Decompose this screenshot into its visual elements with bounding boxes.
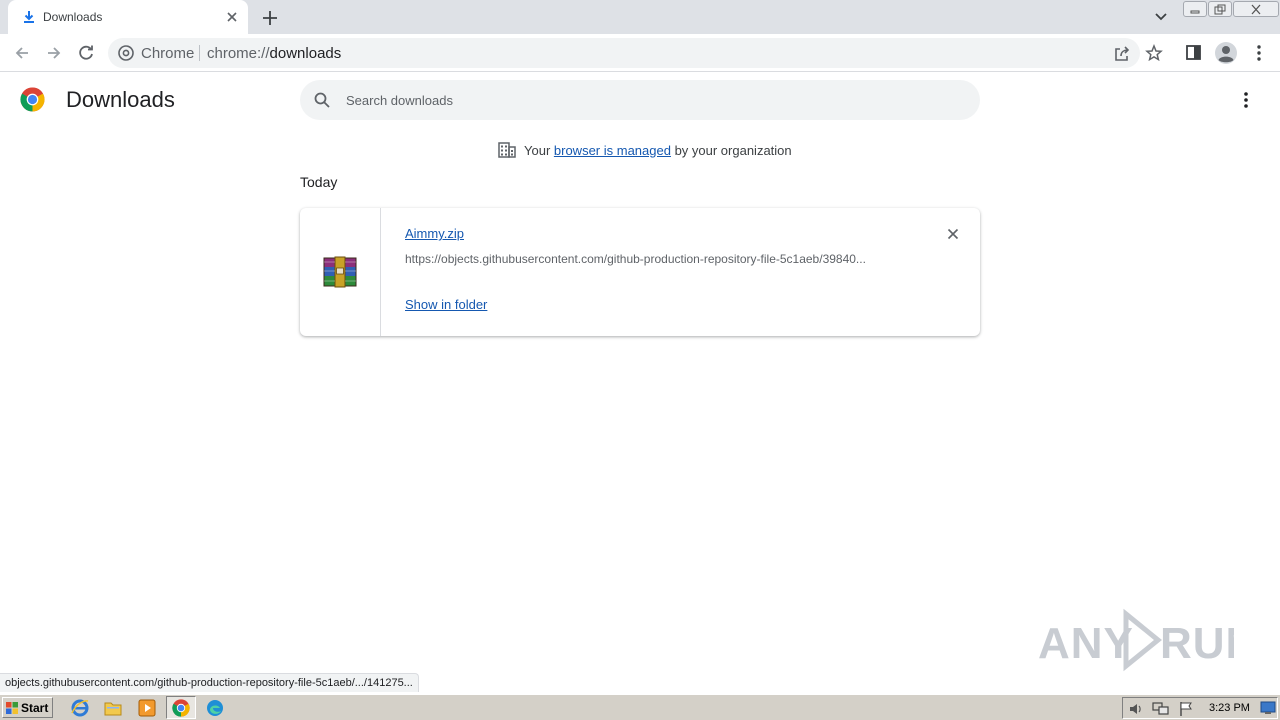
url-path: downloads bbox=[269, 45, 342, 62]
minimize-icon bbox=[1190, 10, 1200, 14]
file-icon-column bbox=[300, 208, 381, 336]
back-icon[interactable] bbox=[11, 42, 33, 64]
date-heading: Today bbox=[300, 174, 338, 190]
managed-suffix: by your organization bbox=[670, 142, 792, 158]
url-scheme: chrome:// bbox=[207, 45, 270, 62]
media-player-icon[interactable] bbox=[137, 698, 157, 718]
file-name-link[interactable]: Aimmy.zip bbox=[405, 226, 464, 241]
watermark-left: ANY bbox=[1038, 619, 1134, 668]
close-window-button[interactable] bbox=[1233, 1, 1279, 17]
search-icon bbox=[314, 92, 330, 108]
tab-strip: Downloads bbox=[0, 0, 1280, 34]
show-desktop-icon[interactable] bbox=[1260, 700, 1276, 715]
side-panel-icon[interactable] bbox=[1185, 44, 1203, 62]
url-text[interactable]: chrome://downloads bbox=[207, 45, 341, 62]
edge-icon[interactable] bbox=[205, 698, 225, 718]
new-tab-icon[interactable] bbox=[260, 8, 280, 28]
start-button[interactable]: Start bbox=[2, 697, 53, 718]
address-separator bbox=[199, 45, 200, 61]
tab-title: Downloads bbox=[43, 10, 103, 24]
download-icon bbox=[24, 11, 34, 23]
site-label: Chrome bbox=[141, 45, 195, 62]
search-box[interactable] bbox=[300, 80, 980, 120]
address-bar[interactable]: Chrome chrome://downloads bbox=[108, 38, 1163, 68]
page-title: Downloads bbox=[66, 87, 175, 112]
chrome-taskbar-icon bbox=[172, 699, 190, 717]
bookmark-star-icon[interactable] bbox=[1145, 44, 1163, 62]
watermark-right: RUN bbox=[1160, 619, 1234, 668]
managed-link[interactable]: browser is managed bbox=[554, 143, 671, 158]
winrar-archive-icon bbox=[323, 256, 357, 288]
start-label: Start bbox=[21, 701, 49, 715]
show-in-folder-link[interactable]: Show in folder bbox=[405, 297, 487, 312]
building-icon bbox=[498, 142, 516, 158]
share-icon[interactable] bbox=[1113, 45, 1131, 63]
tab-downloads[interactable]: Downloads bbox=[8, 0, 248, 34]
chevron-down-icon[interactable] bbox=[1152, 9, 1170, 25]
restore-icon bbox=[1214, 4, 1226, 15]
action-center-flag-icon[interactable] bbox=[1178, 701, 1194, 717]
forward-icon[interactable] bbox=[43, 42, 65, 64]
taskbar-clock: 3:23 PM bbox=[1209, 702, 1250, 714]
network-icon[interactable] bbox=[1152, 701, 1170, 717]
close-icon bbox=[1251, 4, 1261, 15]
volume-icon[interactable] bbox=[1128, 701, 1144, 717]
managed-notice: Your browser is managed by your organiza… bbox=[498, 141, 792, 159]
remove-download-icon[interactable] bbox=[945, 226, 961, 242]
anyrun-watermark: ANY RUN bbox=[1038, 608, 1234, 672]
windows-logo-icon bbox=[6, 702, 18, 714]
restore-button[interactable] bbox=[1208, 1, 1232, 17]
more-actions-icon[interactable] bbox=[1236, 90, 1256, 110]
close-tab-icon[interactable] bbox=[224, 9, 240, 25]
browser-toolbar: Chrome chrome://downloads bbox=[0, 34, 1280, 72]
internet-explorer-icon[interactable] bbox=[70, 698, 90, 718]
search-input[interactable] bbox=[346, 90, 946, 110]
link-status-bar: objects.githubusercontent.com/github-pro… bbox=[0, 673, 419, 692]
minimize-button[interactable] bbox=[1183, 1, 1207, 17]
file-explorer-icon[interactable] bbox=[103, 698, 123, 718]
reload-icon[interactable] bbox=[75, 42, 97, 64]
chrome-logo-icon bbox=[20, 87, 45, 112]
profile-avatar-icon[interactable] bbox=[1214, 41, 1238, 65]
file-source-url: https://objects.githubusercontent.com/gi… bbox=[405, 252, 866, 266]
managed-prefix: Your bbox=[524, 142, 554, 158]
taskbar-chrome-button[interactable] bbox=[166, 696, 196, 719]
download-item: Aimmy.zip https://objects.githubusercont… bbox=[300, 208, 980, 336]
windows-taskbar: Start 3:23 PM bbox=[0, 694, 1280, 720]
system-tray: 3:23 PM bbox=[1122, 697, 1278, 719]
browser-menu-icon[interactable] bbox=[1250, 43, 1268, 63]
window-controls bbox=[1183, 0, 1280, 18]
chrome-site-icon bbox=[118, 45, 134, 61]
